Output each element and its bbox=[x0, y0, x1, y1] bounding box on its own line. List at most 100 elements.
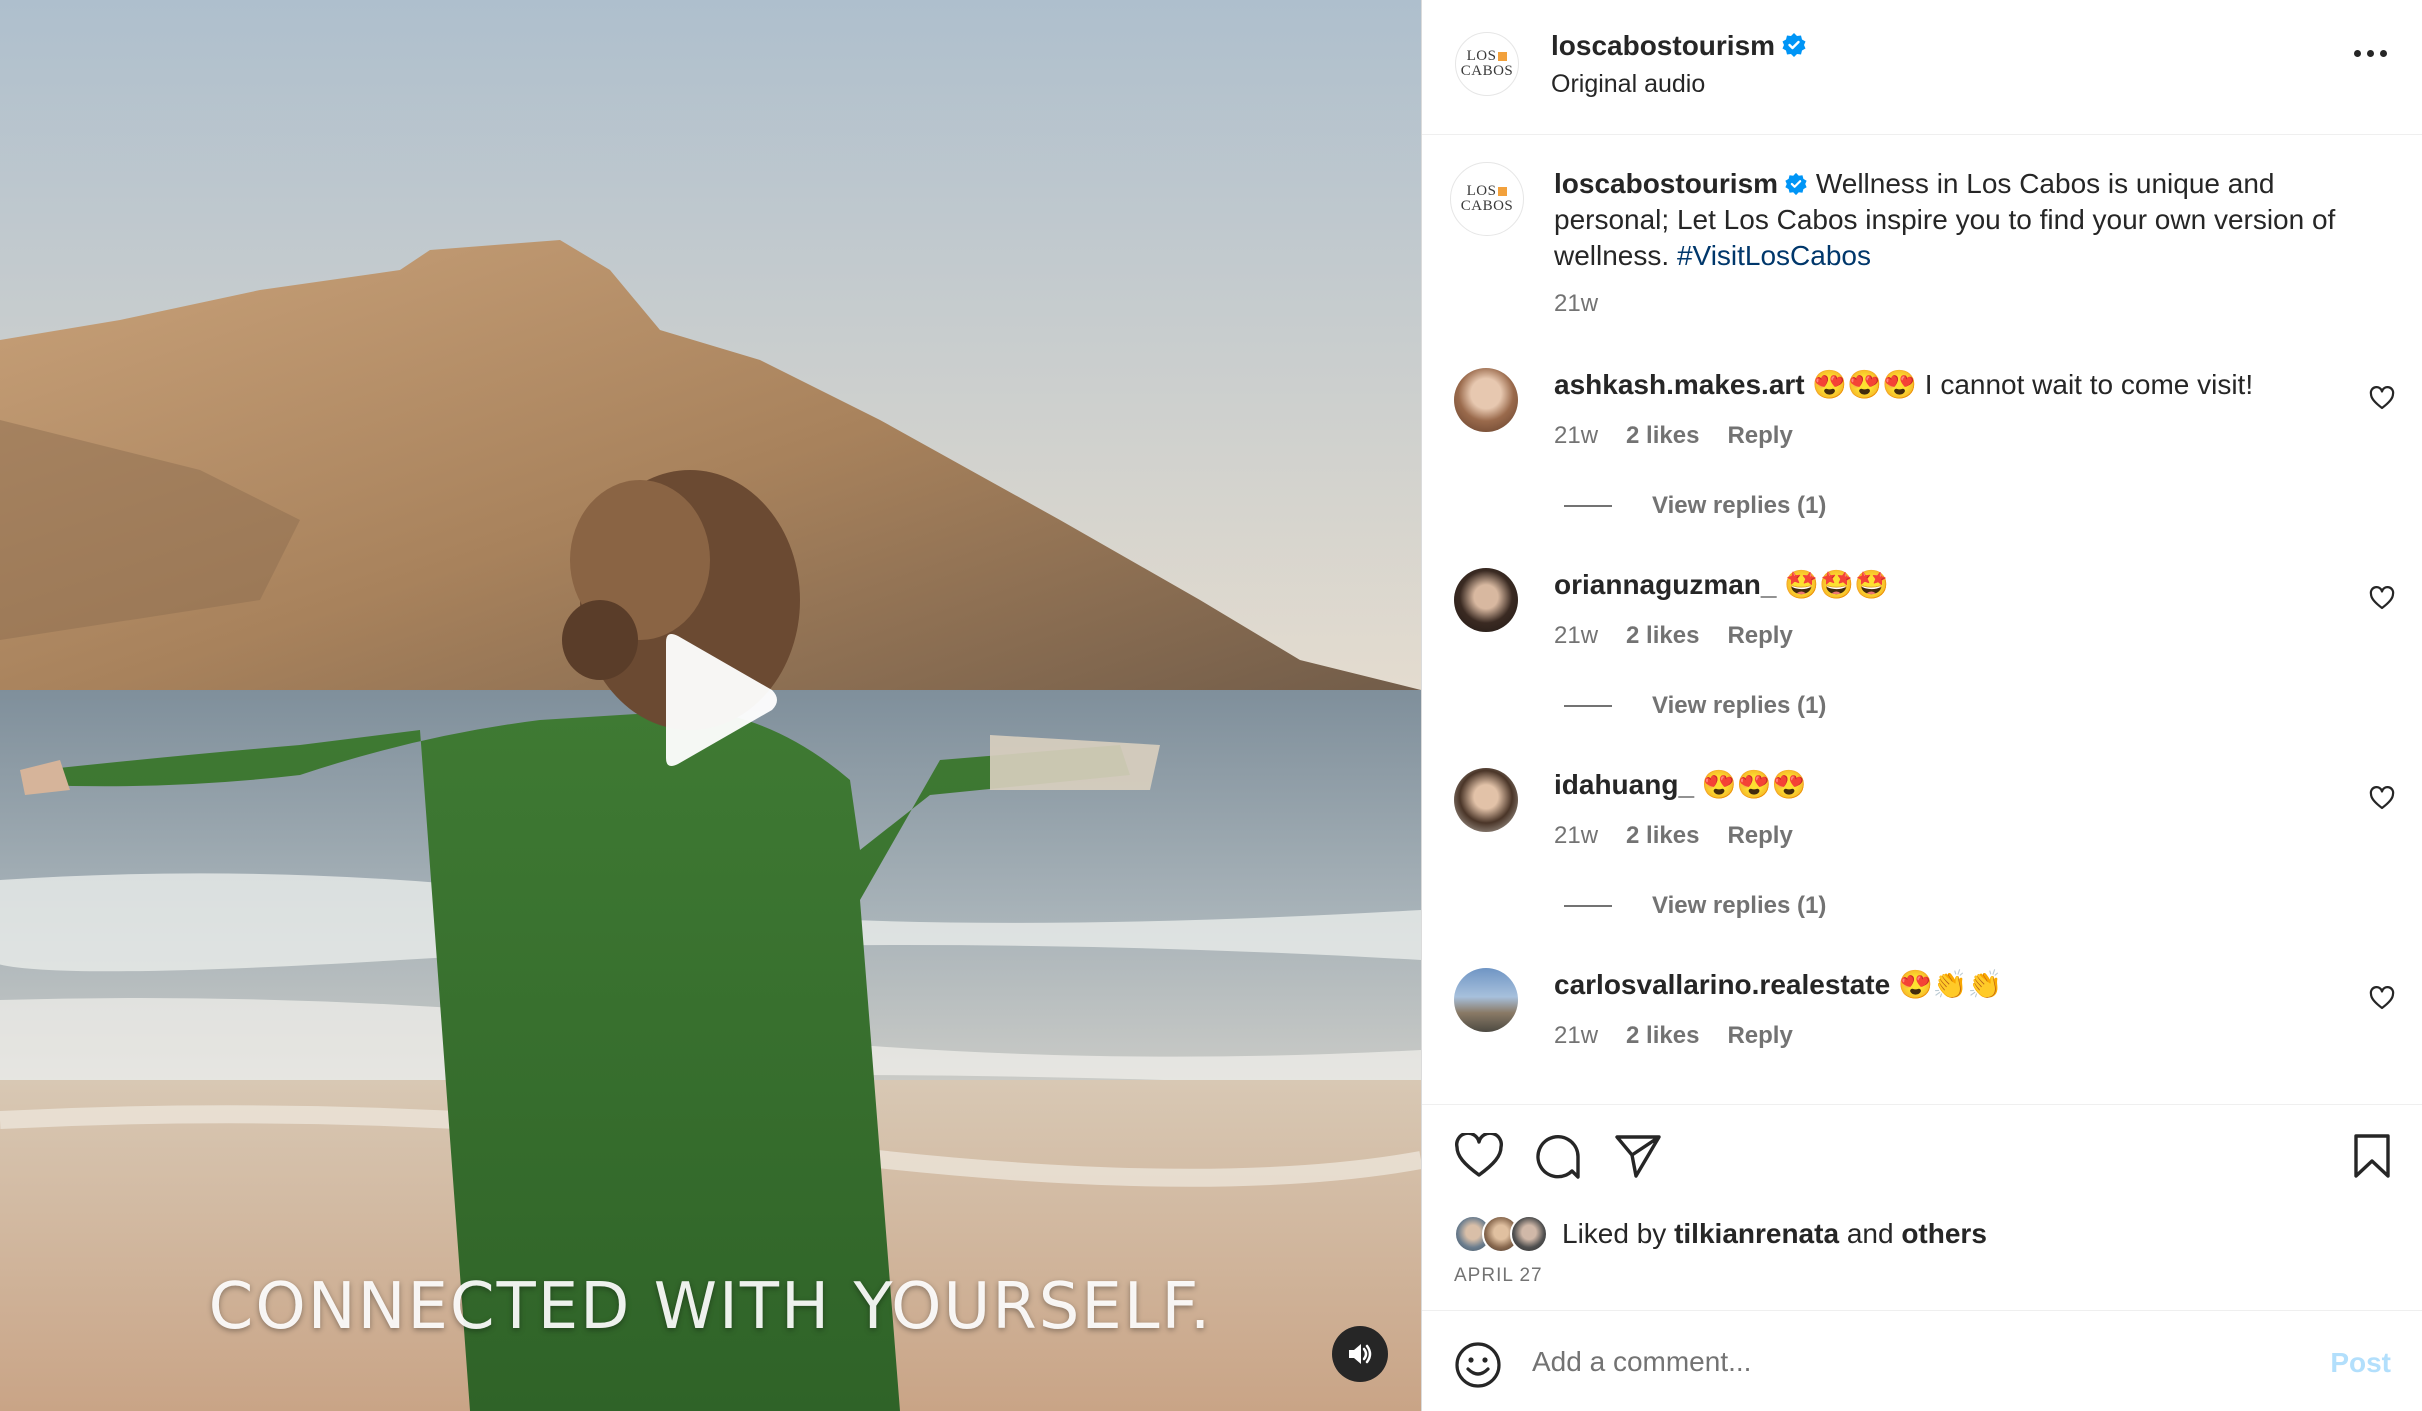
comment-username[interactable]: idahuang_ bbox=[1554, 769, 1694, 800]
comment-text: 🤩🤩🤩 bbox=[1784, 569, 1889, 600]
sound-on-icon bbox=[1349, 1344, 1372, 1364]
play-icon bbox=[666, 634, 777, 766]
caption-time[interactable]: 21w bbox=[1554, 286, 2354, 322]
share-icon bbox=[1615, 1135, 1661, 1178]
header-username[interactable]: loscabostourism bbox=[1551, 30, 1775, 61]
verified-badge-icon bbox=[1782, 33, 1806, 57]
comment-item: idahuang_ 😍😍😍 bbox=[1554, 768, 1806, 801]
view-replies-button[interactable]: View replies (1) bbox=[1564, 892, 1826, 920]
logo-text-line1: LOS bbox=[1466, 48, 1497, 64]
account-avatar[interactable]: LOS CABOS bbox=[1455, 32, 1519, 96]
comment-text: 😍😍😍 bbox=[1701, 769, 1807, 800]
video-caption-overlay: CONNECTED WITH YOURSELF. bbox=[208, 1270, 1213, 1344]
liker-avatars[interactable] bbox=[1454, 1215, 1548, 1253]
caption-username[interactable]: loscabostourism bbox=[1554, 168, 1778, 199]
liker-avatar bbox=[1510, 1215, 1548, 1253]
sound-toggle-button[interactable] bbox=[1332, 1326, 1388, 1382]
commenter-avatar[interactable] bbox=[1454, 568, 1518, 632]
heart-icon bbox=[2369, 986, 2395, 1010]
comments-list[interactable]: LOS CABOS loscabostourism Wellness in Lo… bbox=[1422, 136, 2422, 1104]
more-options-icon bbox=[2354, 50, 2361, 57]
emoji-button[interactable] bbox=[1454, 1341, 1502, 1394]
comment-time[interactable]: 21w bbox=[1554, 822, 1598, 850]
comment-likes[interactable]: 2 likes bbox=[1626, 422, 1699, 450]
reply-button[interactable]: Reply bbox=[1727, 1022, 1792, 1050]
more-options-dot bbox=[2367, 50, 2374, 57]
post-date[interactable]: APRIL 27 bbox=[1454, 1265, 1543, 1287]
reply-button[interactable]: Reply bbox=[1727, 622, 1792, 650]
comment-text: 😍😍😍 I cannot wait to come visit! bbox=[1812, 369, 2254, 400]
more-options-button[interactable] bbox=[2354, 50, 2387, 57]
comment-text: 😍👏👏 bbox=[1897, 969, 2003, 1000]
logo-square-icon bbox=[1498, 52, 1508, 61]
comment-item: oriannaguzman_ 🤩🤩🤩 bbox=[1554, 568, 1889, 601]
verified-badge-icon bbox=[1785, 172, 1807, 196]
view-replies-button[interactable]: View replies (1) bbox=[1564, 692, 1826, 720]
comment-like-button[interactable] bbox=[2369, 986, 2395, 1015]
comment-button[interactable] bbox=[1534, 1133, 1582, 1186]
play-button[interactable] bbox=[652, 630, 782, 770]
post-comment-button[interactable]: Post bbox=[2330, 1347, 2391, 1379]
emoji-icon bbox=[1455, 1342, 1501, 1388]
comment-username[interactable]: oriannaguzman_ bbox=[1554, 569, 1776, 600]
post-actions: Liked by tilkianrenata and others APRIL … bbox=[1422, 1104, 2422, 1310]
more-options-dot bbox=[2380, 50, 2387, 57]
comment-likes[interactable]: 2 likes bbox=[1626, 822, 1699, 850]
comment-meta: 21w 2 likes Reply bbox=[1554, 822, 1793, 850]
view-replies-button[interactable]: View replies (1) bbox=[1564, 492, 1826, 520]
commenter-avatar[interactable] bbox=[1454, 768, 1518, 832]
comment-username[interactable]: carlosvallarino.realestate bbox=[1554, 969, 1890, 1000]
comment-meta: 21w 2 likes Reply bbox=[1554, 622, 1793, 650]
reply-button[interactable]: Reply bbox=[1727, 822, 1792, 850]
share-button[interactable] bbox=[1614, 1133, 1662, 1184]
commenter-avatar[interactable] bbox=[1454, 368, 1518, 432]
like-button[interactable] bbox=[1454, 1131, 1504, 1184]
logo-text-line1: LOS bbox=[1466, 183, 1497, 199]
comment-like-button[interactable] bbox=[2369, 386, 2395, 415]
view-replies-label: View replies (1) bbox=[1652, 892, 1827, 919]
bookmark-icon bbox=[2354, 1134, 2390, 1178]
comment-time[interactable]: 21w bbox=[1554, 422, 1598, 450]
heart-icon bbox=[1455, 1131, 1503, 1177]
replies-divider bbox=[1564, 905, 1612, 907]
liked-by-and: and bbox=[1846, 1218, 1894, 1249]
comment-input[interactable] bbox=[1532, 1339, 2292, 1385]
post-header: LOS CABOS loscabostourism Original audio bbox=[1422, 0, 2422, 135]
save-button[interactable] bbox=[2352, 1133, 2392, 1184]
comment-time[interactable]: 21w bbox=[1554, 622, 1598, 650]
comment-item: carlosvallarino.realestate 😍👏👏 bbox=[1554, 968, 2003, 1001]
liked-by-user[interactable]: tilkianrenata bbox=[1674, 1218, 1839, 1250]
audio-label[interactable]: Original audio bbox=[1551, 70, 1807, 99]
comment-meta: 21w 2 likes Reply bbox=[1554, 422, 1793, 450]
view-replies-label: View replies (1) bbox=[1652, 692, 1827, 719]
comment-item: ashkash.makes.art 😍😍😍 I cannot wait to c… bbox=[1554, 368, 2253, 401]
add-comment-bar: Post bbox=[1422, 1310, 2422, 1411]
post-side-panel: LOS CABOS loscabostourism Original audio… bbox=[1421, 0, 2422, 1411]
comment-meta: 21w 2 likes Reply bbox=[1554, 1022, 1793, 1050]
liked-by-prefix: Liked by bbox=[1562, 1218, 1667, 1249]
comment-username[interactable]: ashkash.makes.art bbox=[1554, 369, 1805, 400]
logo-text-line2: CABOS bbox=[1460, 198, 1514, 214]
commenter-avatar[interactable] bbox=[1454, 968, 1518, 1032]
video-player[interactable]: CONNECTED WITH YOURSELF. bbox=[0, 0, 1421, 1411]
replies-divider bbox=[1564, 505, 1612, 507]
view-replies-label: View replies (1) bbox=[1652, 492, 1827, 519]
replies-divider bbox=[1564, 705, 1612, 707]
logo-square-icon bbox=[1498, 187, 1508, 196]
liked-by-summary: Liked by tilkianrenata and others bbox=[1454, 1215, 1987, 1253]
comment-like-button[interactable] bbox=[2369, 786, 2395, 815]
comment-likes[interactable]: 2 likes bbox=[1626, 1022, 1699, 1050]
logo-text-line2: CABOS bbox=[1460, 63, 1514, 79]
liked-by-others[interactable]: others bbox=[1901, 1218, 1987, 1250]
comment-likes[interactable]: 2 likes bbox=[1626, 622, 1699, 650]
comment-icon bbox=[1536, 1135, 1580, 1179]
caption-avatar[interactable]: LOS CABOS bbox=[1450, 162, 1524, 236]
heart-icon bbox=[2369, 586, 2395, 610]
heart-icon bbox=[2369, 386, 2395, 410]
comment-time[interactable]: 21w bbox=[1554, 1022, 1598, 1050]
hashtag-link[interactable]: #VisitLosCabos bbox=[1677, 240, 1871, 271]
reply-button[interactable]: Reply bbox=[1727, 422, 1792, 450]
heart-icon bbox=[2369, 786, 2395, 810]
comment-like-button[interactable] bbox=[2369, 586, 2395, 615]
post-caption: loscabostourism Wellness in Los Cabos is… bbox=[1554, 166, 2354, 322]
